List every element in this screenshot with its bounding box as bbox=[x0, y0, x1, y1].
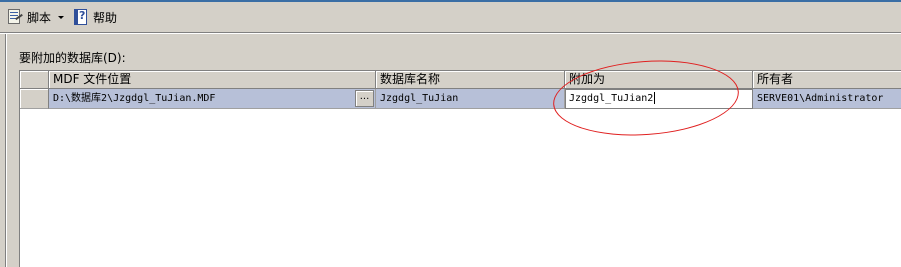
help-button-label: 帮助 bbox=[93, 10, 118, 25]
column-header-mdf-location[interactable]: MDF 文件位置 bbox=[49, 71, 376, 89]
script-button-label: 脚本 bbox=[27, 10, 52, 25]
chevron-down-icon[interactable] bbox=[58, 15, 65, 19]
browse-mdf-button[interactable]: ... bbox=[355, 90, 374, 107]
grid-header-row: MDF 文件位置 数据库名称 附加为 所有者 bbox=[20, 71, 901, 89]
column-header-database-name[interactable]: 数据库名称 bbox=[376, 71, 565, 89]
row-selector[interactable] bbox=[20, 89, 49, 109]
database-name-cell[interactable]: Jzgdgl_TuJian bbox=[376, 89, 565, 109]
attach-as-input[interactable]: Jzgdgl_TuJian2 bbox=[565, 89, 753, 109]
script-icon bbox=[6, 8, 24, 26]
toolbar: 脚本 ? 帮助 bbox=[0, 2, 901, 32]
column-header-owner[interactable]: 所有者 bbox=[753, 71, 901, 89]
databases-to-attach-label: 要附加的数据库(D): bbox=[19, 51, 126, 65]
database-name-value: Jzgdgl_TuJian bbox=[380, 93, 459, 104]
mdf-location-value: D:\数据库2\Jzgdgl_TuJian.MDF bbox=[53, 93, 216, 104]
attach-as-value: Jzgdgl_TuJian2 bbox=[569, 93, 654, 104]
column-header-attach-as[interactable]: 附加为 bbox=[565, 71, 753, 89]
script-button[interactable]: 脚本 bbox=[6, 7, 65, 27]
databases-grid[interactable]: MDF 文件位置 数据库名称 附加为 所有者 D:\数据库2\Jzgdgl_Tu… bbox=[19, 70, 901, 267]
text-caret bbox=[654, 92, 656, 104]
owner-cell[interactable]: SERVE01\Administrator bbox=[753, 89, 901, 109]
help-icon: ? bbox=[72, 8, 90, 26]
owner-value: SERVE01\Administrator bbox=[757, 93, 884, 104]
help-button[interactable]: ? 帮助 bbox=[72, 7, 117, 27]
panel-border-highlight bbox=[6, 34, 7, 267]
toolbar-divider-highlight bbox=[0, 33, 901, 34]
row-header-corner bbox=[20, 71, 49, 89]
table-row[interactable]: D:\数据库2\Jzgdgl_TuJian.MDF ... Jzgdgl_TuJ… bbox=[20, 89, 901, 109]
mdf-location-cell[interactable]: D:\数据库2\Jzgdgl_TuJian.MDF bbox=[49, 89, 376, 109]
